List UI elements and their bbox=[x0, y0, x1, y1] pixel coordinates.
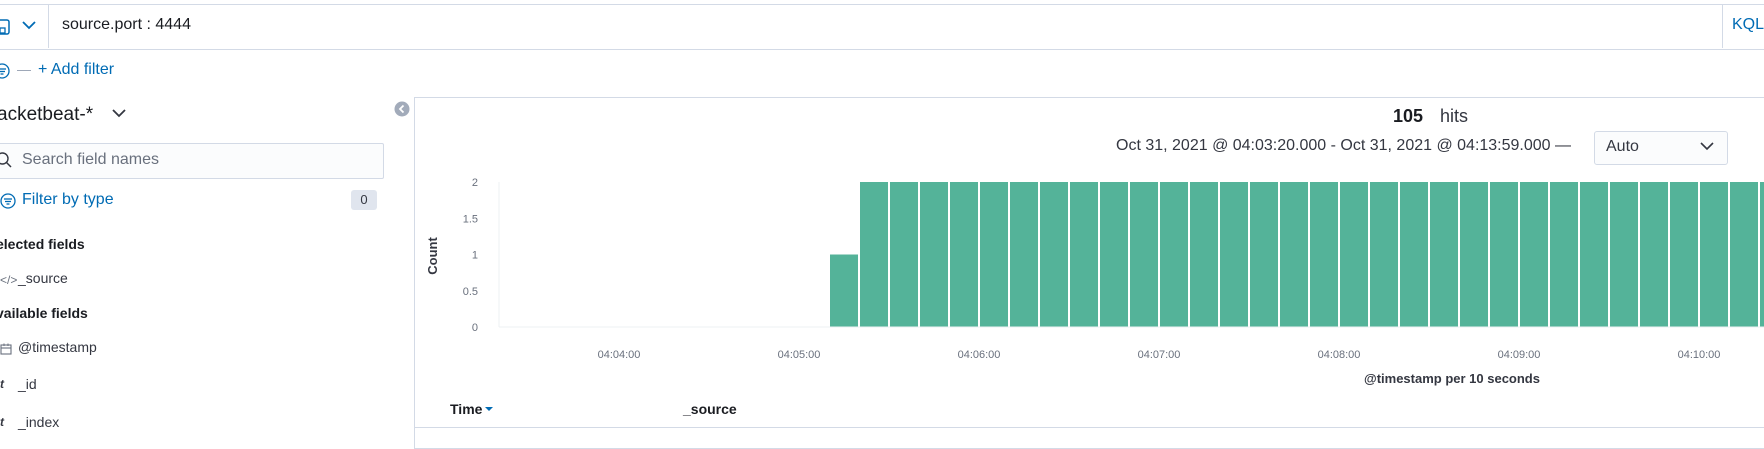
histogram-bar[interactable] bbox=[1700, 182, 1728, 327]
histogram-bar[interactable] bbox=[980, 182, 1008, 327]
histogram-bar[interactable] bbox=[1670, 182, 1698, 327]
histogram-bar[interactable] bbox=[1490, 182, 1518, 327]
histogram-bar[interactable] bbox=[1610, 182, 1638, 327]
y-tick-label: 0.5 bbox=[463, 286, 478, 298]
histogram-bar[interactable] bbox=[1190, 182, 1218, 327]
y-tick-label: 0 bbox=[472, 322, 478, 334]
histogram-bar[interactable] bbox=[1070, 182, 1098, 327]
x-tick-label: 04:04:00 bbox=[598, 349, 641, 361]
x-tick-label: 04:09:00 bbox=[1498, 349, 1541, 361]
table-header-divider bbox=[414, 427, 1764, 428]
y-tick-label: 1 bbox=[472, 250, 478, 262]
x-axis-label: @timestamp per 10 seconds bbox=[1364, 371, 1540, 386]
column-header-source: _source bbox=[683, 401, 737, 417]
y-tick-label: 1.5 bbox=[463, 213, 478, 225]
histogram-bar[interactable] bbox=[1580, 182, 1608, 327]
histogram-bar[interactable] bbox=[1220, 182, 1248, 327]
histogram-bar[interactable] bbox=[860, 182, 888, 327]
histogram-bar[interactable] bbox=[830, 254, 858, 328]
x-tick-label: 04:08:00 bbox=[1318, 349, 1361, 361]
y-axis-label: Count bbox=[425, 237, 440, 275]
histogram-bar[interactable] bbox=[1370, 182, 1398, 327]
histogram-bar[interactable] bbox=[1040, 182, 1068, 327]
histogram-bar[interactable] bbox=[1310, 182, 1338, 327]
string-type-icon: t bbox=[0, 415, 4, 429]
histogram-bar[interactable] bbox=[1340, 182, 1368, 327]
field-item-index[interactable]: _index bbox=[18, 414, 59, 430]
histogram-bar[interactable] bbox=[1100, 182, 1128, 327]
histogram-bar[interactable] bbox=[1400, 182, 1428, 327]
histogram-chart: 0 0.5 1 1.5 2 04:04:00 04:05:00 04:06:00 04:07:… bbox=[425, 177, 1764, 386]
histogram-bar[interactable] bbox=[1730, 182, 1758, 327]
histogram-bar[interactable] bbox=[1520, 182, 1548, 327]
histogram-bar[interactable] bbox=[1430, 182, 1458, 327]
x-tick-label: 04:06:00 bbox=[958, 349, 1001, 361]
histogram-bar[interactable] bbox=[1250, 182, 1278, 327]
histogram-bar[interactable] bbox=[1460, 182, 1488, 327]
histogram-bar[interactable] bbox=[890, 182, 918, 327]
column-header-time[interactable]: Time bbox=[450, 401, 482, 417]
histogram-bar[interactable] bbox=[1640, 182, 1668, 327]
histogram-bar[interactable] bbox=[1280, 182, 1308, 327]
y-tick-label: 2 bbox=[472, 177, 478, 189]
x-tick-label: 04:10:00 bbox=[1678, 349, 1721, 361]
histogram-bar[interactable] bbox=[1160, 182, 1188, 327]
x-tick-label: 04:07:00 bbox=[1138, 349, 1181, 361]
histogram-bar[interactable] bbox=[950, 182, 978, 327]
histogram-bar[interactable] bbox=[1550, 182, 1578, 327]
histogram-bar[interactable] bbox=[1010, 182, 1038, 327]
sort-down-icon[interactable] bbox=[484, 405, 494, 413]
histogram-bar[interactable] bbox=[1130, 182, 1158, 327]
histogram-bar[interactable] bbox=[920, 182, 948, 327]
histogram-bar[interactable] bbox=[1760, 182, 1764, 327]
x-tick-label: 04:05:00 bbox=[778, 349, 821, 361]
